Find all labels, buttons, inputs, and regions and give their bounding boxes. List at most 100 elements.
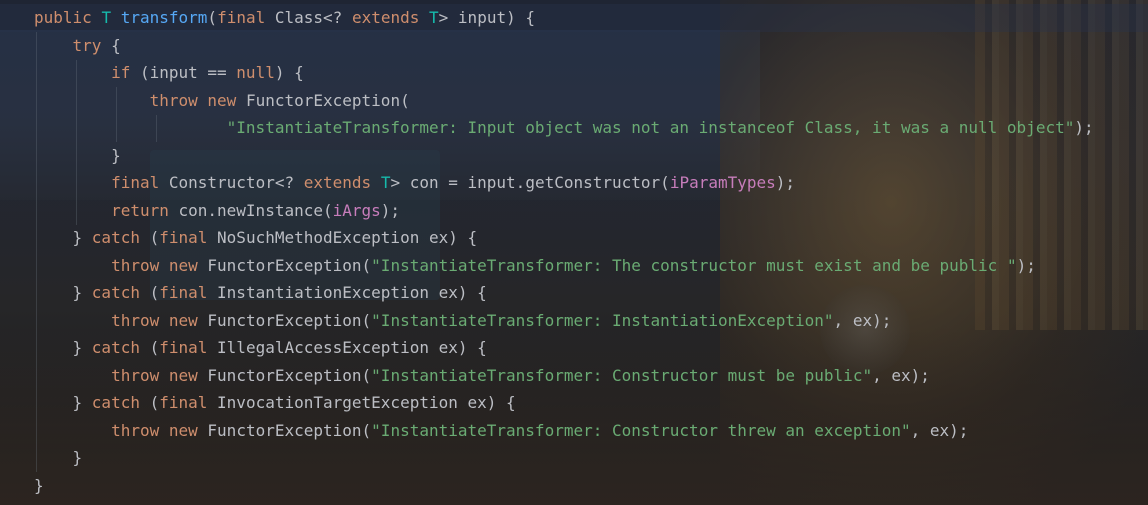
- code-token: "InstantiateTransformer: InstantiationEx…: [371, 310, 834, 330]
- code-token: > con = input.getConstructor(: [390, 173, 670, 192]
- code-token: NoSuchMethodException ex) {: [207, 228, 478, 247]
- code-token: catch: [91, 228, 140, 247]
- code-token: extends: [303, 173, 372, 192]
- code-token: throw: [111, 310, 160, 330]
- code-token: );: [1016, 255, 1036, 275]
- code-token: FunctorException(: [197, 255, 372, 275]
- code-token: (: [207, 8, 218, 27]
- code-line[interactable]: }: [34, 444, 1094, 472]
- code-token: T: [101, 8, 112, 27]
- code-token: public: [34, 8, 92, 27]
- code-token: if: [111, 63, 131, 82]
- code-token: FunctorException(: [236, 90, 410, 110]
- code-token: throw: [111, 255, 160, 275]
- code-token: }: [72, 448, 83, 467]
- code-token: final: [159, 393, 208, 412]
- code-line[interactable]: throw new FunctorException("InstantiateT…: [34, 362, 1094, 390]
- code-token: ) {: [274, 63, 304, 82]
- code-token: FunctorException(: [197, 420, 372, 440]
- code-token: "InstantiateTransformer: Constructor thr…: [371, 420, 911, 440]
- code-line[interactable]: throw new FunctorException("InstantiateT…: [34, 417, 1094, 445]
- code-token: final: [159, 338, 208, 357]
- code-line[interactable]: }: [34, 472, 1094, 500]
- code-line[interactable]: "InstantiateTransformer: Input object wa…: [34, 114, 1094, 142]
- code-text-area[interactable]: public T transform(final Class<? extends…: [34, 4, 1094, 499]
- code-line[interactable]: public T transform(final Class<? extends…: [34, 4, 1094, 32]
- code-token: "InstantiateTransformer: Constructor mus…: [371, 365, 873, 385]
- code-line[interactable]: throw new FunctorException("InstantiateT…: [34, 307, 1094, 335]
- code-token: FunctorException(: [197, 365, 372, 385]
- code-line[interactable]: } catch (final IllegalAccessException ex…: [34, 334, 1094, 362]
- code-token: , ex);: [872, 365, 930, 385]
- code-line[interactable]: throw new FunctorException("InstantiateT…: [34, 252, 1094, 280]
- code-token: (: [139, 283, 160, 302]
- code-token: InstantiationException ex) {: [207, 283, 487, 302]
- code-line[interactable]: } catch (final InvocationTargetException…: [34, 389, 1094, 417]
- code-editor[interactable]: public T transform(final Class<? extends…: [0, 0, 1148, 505]
- code-token: "InstantiateTransformer: Input object wa…: [226, 118, 1075, 137]
- code-token: con.newInstance(: [168, 200, 333, 220]
- code-line[interactable]: try {: [34, 32, 1094, 60]
- code-token: "InstantiateTransformer: The constructor…: [371, 255, 1017, 275]
- code-token: iParamTypes: [669, 173, 776, 192]
- code-token: throw: [111, 420, 160, 440]
- code-token: (: [139, 228, 160, 247]
- code-token: new: [168, 420, 198, 440]
- code-token: null: [236, 63, 275, 82]
- code-token: (input ==: [130, 63, 237, 82]
- code-token: new: [168, 365, 198, 385]
- code-token: }: [72, 283, 92, 302]
- code-token: T: [380, 173, 391, 192]
- code-token: );: [1074, 118, 1094, 137]
- code-token: Constructor<?: [159, 173, 304, 192]
- code-token: (: [139, 393, 160, 412]
- code-token: new: [168, 310, 198, 330]
- code-token: IllegalAccessException ex) {: [207, 338, 487, 357]
- code-token: , ex);: [910, 420, 969, 440]
- code-line[interactable]: return con.newInstance(iArgs);: [34, 197, 1094, 225]
- code-token: new: [207, 90, 237, 110]
- code-token: final: [159, 228, 208, 247]
- code-token: final: [159, 283, 208, 302]
- code-token: Class<?: [265, 8, 352, 27]
- code-line[interactable]: final Constructor<? extends T> con = inp…: [34, 169, 1094, 197]
- code-token: InvocationTargetException ex) {: [207, 393, 516, 412]
- code-line[interactable]: }: [34, 142, 1094, 170]
- code-token: throw: [111, 365, 160, 385]
- code-token: T: [429, 8, 439, 27]
- code-token: extends: [351, 8, 420, 27]
- code-token: }: [72, 228, 92, 247]
- code-line[interactable]: } catch (final InstantiationException ex…: [34, 279, 1094, 307]
- code-line[interactable]: } catch (final NoSuchMethodException ex)…: [34, 224, 1094, 252]
- code-token: FunctorException(: [197, 310, 372, 330]
- code-line[interactable]: if (input == null) {: [34, 59, 1094, 87]
- code-token: final: [111, 173, 160, 192]
- code-token: (: [139, 338, 160, 357]
- code-token: }: [72, 393, 92, 412]
- code-token: {: [101, 35, 121, 55]
- code-token: }: [111, 145, 121, 165]
- code-token: > input) {: [438, 8, 535, 27]
- code-line[interactable]: throw new FunctorException(: [34, 87, 1094, 115]
